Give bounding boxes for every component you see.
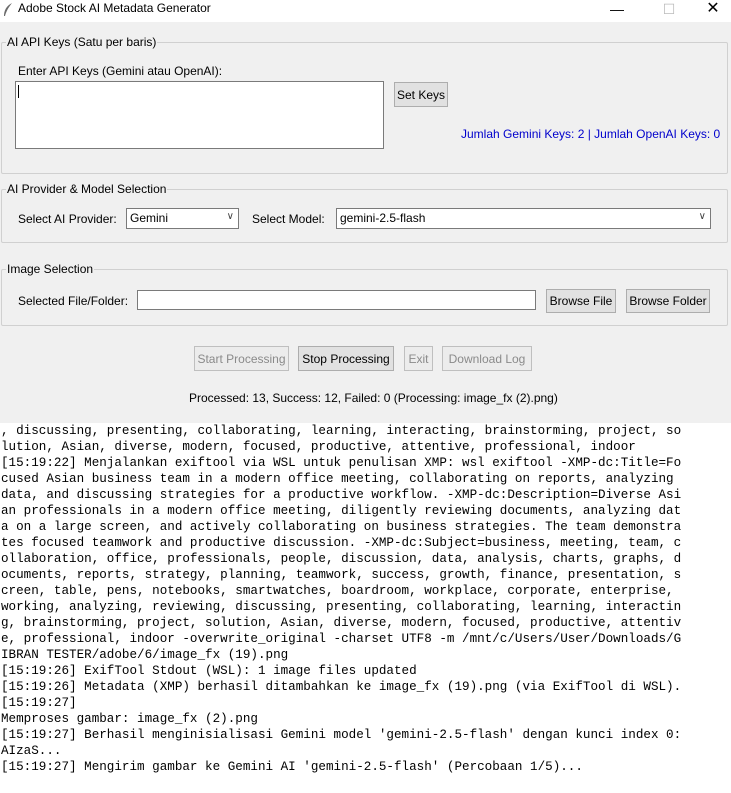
selected-path-input[interactable] xyxy=(137,290,536,310)
model-select[interactable]: gemini-2.5-flash ∨ xyxy=(336,208,711,229)
log-line: [15:19:26] Metadata (XMP) berhasil ditam… xyxy=(1,680,682,694)
title-bar[interactable]: Adobe Stock AI Metadata Generator — ☐ ✕ xyxy=(0,0,731,22)
api-keys-legend: AI API Keys (Satu per baris) xyxy=(6,35,158,49)
model-select-value: gemini-2.5-flash xyxy=(340,211,426,225)
download-log-button[interactable]: Download Log xyxy=(442,346,532,371)
text-caret xyxy=(18,85,19,98)
model-label: Select Model: xyxy=(252,212,325,226)
feather-icon xyxy=(2,2,16,18)
log-line: Memproses gambar: image_fx (2).png xyxy=(1,712,258,726)
provider-label: Select AI Provider: xyxy=(18,212,117,226)
chevron-down-icon: ∨ xyxy=(226,211,234,222)
selected-path-label: Selected File/Folder: xyxy=(18,294,129,308)
exit-button[interactable]: Exit xyxy=(404,346,433,371)
log-line: a on a large screen, and actively collab… xyxy=(1,520,682,534)
log-line: g, brainstorming, project, solution, Asi… xyxy=(1,616,682,630)
log-line: [15:19:22] Menjalankan exiftool via WSL … xyxy=(1,456,682,470)
progress-status: Processed: 13, Success: 12, Failed: 0 (P… xyxy=(189,391,558,405)
log-line: lution, Asian, diverse, modern, focused,… xyxy=(1,440,636,454)
log-line: tes focused teamwork and productive disc… xyxy=(1,536,682,550)
log-line: cused Asian business team in a modern of… xyxy=(1,472,674,486)
chevron-down-icon: ∨ xyxy=(698,211,706,222)
maximize-button[interactable]: ☐ xyxy=(646,0,692,22)
log-line: ollaboration, office, professionals, peo… xyxy=(1,552,682,566)
provider-legend: AI Provider & Model Selection xyxy=(6,182,168,196)
log-line: e, professional, indoor -overwrite_origi… xyxy=(1,632,682,646)
log-line: AIzaS... xyxy=(1,744,62,758)
log-line: an professionals in a modern office meet… xyxy=(1,504,682,518)
log-line: IBRAN TESTER/adobe/6/image_fx (19).png xyxy=(1,648,289,662)
close-button[interactable]: ✕ xyxy=(690,0,731,22)
log-line: ocuments, reports, strategy, planning, t… xyxy=(1,568,682,582)
window-title: Adobe Stock AI Metadata Generator xyxy=(18,1,211,15)
log-line: [15:19:26] ExifTool Stdout (WSL): 1 imag… xyxy=(1,664,417,678)
log-line: [15:19:27] xyxy=(1,696,77,710)
log-line: [15:19:27] Mengirim gambar ke Gemini AI … xyxy=(1,760,583,774)
provider-select[interactable]: Gemini ∨ xyxy=(126,208,239,229)
minimize-button[interactable]: — xyxy=(594,0,640,22)
api-keys-status: Jumlah Gemini Keys: 2 | Jumlah OpenAI Ke… xyxy=(461,127,721,141)
log-line: , discussing, presenting, collaborating,… xyxy=(1,424,682,438)
provider-select-value: Gemini xyxy=(130,211,169,225)
log-line: creen, table, pens, notebooks, smartwatc… xyxy=(1,584,674,598)
api-keys-label: Enter API Keys (Gemini atau OpenAI): xyxy=(18,64,223,78)
api-keys-textarea[interactable] xyxy=(15,81,384,149)
browse-folder-button[interactable]: Browse Folder xyxy=(626,289,710,313)
set-keys-button[interactable]: Set Keys xyxy=(394,82,448,107)
log-line: data, and discussing strategies for a pr… xyxy=(1,488,682,502)
browse-file-button[interactable]: Browse File xyxy=(546,289,616,313)
stop-processing-button[interactable]: Stop Processing xyxy=(298,346,394,371)
log-line: [15:19:27] Berhasil menginisialisasi Gem… xyxy=(1,728,682,742)
log-output[interactable]: , discussing, presenting, collaborating,… xyxy=(0,423,731,793)
start-processing-button[interactable]: Start Processing xyxy=(194,346,289,371)
log-line: working, analyzing, reviewing, discussin… xyxy=(1,600,682,614)
image-selection-legend: Image Selection xyxy=(6,262,95,276)
